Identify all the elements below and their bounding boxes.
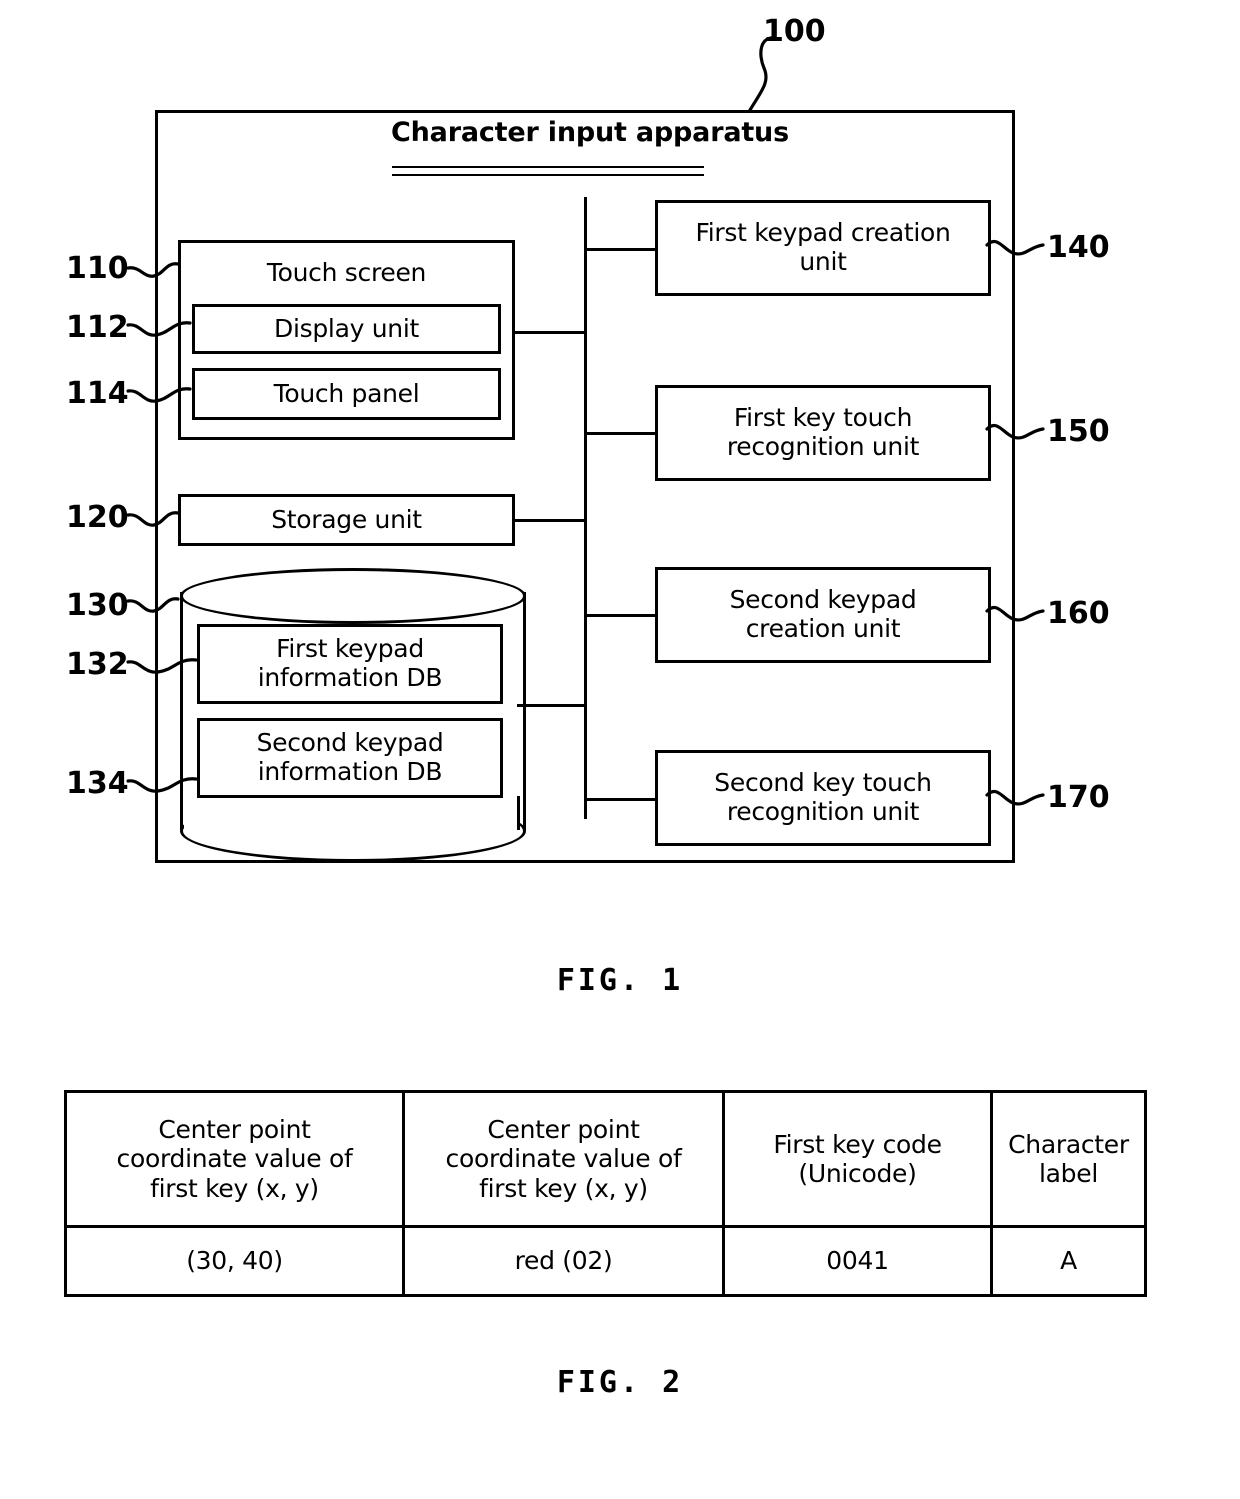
block-display-unit: Display unit xyxy=(192,304,501,354)
ref-numeral-110: 110 xyxy=(66,251,129,286)
cylinder-top-ellipse xyxy=(180,568,526,624)
block-second-keypad-creation-unit: Second keypad creation unit xyxy=(655,567,991,663)
block-second-key-touch-recognition-unit: Second key touch recognition unit xyxy=(655,750,991,846)
leader-line-150 xyxy=(985,423,1045,440)
block-second-keypad-db-line2: information DB xyxy=(257,757,443,786)
connector-bus-to-unit-160 xyxy=(584,614,657,617)
bus-vertical-line xyxy=(584,197,587,819)
connector-storage-to-bus xyxy=(513,519,586,522)
header-2-line2: coordinate value of xyxy=(445,1144,682,1174)
apparatus-title: Character input apparatus xyxy=(391,117,789,148)
leader-line-100 xyxy=(748,36,777,112)
ref-numeral-160: 160 xyxy=(1047,596,1110,631)
leader-line-134 xyxy=(126,777,198,793)
header-1-line1: Center point xyxy=(158,1114,311,1144)
title-underline-1 xyxy=(392,166,704,168)
table-cell-color-value: red (02) xyxy=(402,1225,725,1297)
leader-line-130 xyxy=(126,597,180,613)
ref-numeral-132: 132 xyxy=(66,647,129,682)
block-touch-panel-label: Touch panel xyxy=(273,379,420,408)
header-1-line2: coordinate value of xyxy=(116,1144,353,1174)
ref-numeral-112: 112 xyxy=(66,310,129,345)
table-header-cell-center-point-2: Center point coordinate value of first k… xyxy=(402,1090,725,1228)
patent-figure-page: 100 Character input apparatus Touch scre… xyxy=(0,0,1240,1499)
block-first-keypad-db: First keypad information DB xyxy=(197,624,503,704)
leader-line-160 xyxy=(985,605,1045,622)
block-first-keypad-creation-unit-line1: First keypad creation xyxy=(695,218,951,248)
block-second-key-touch-recognition-unit-line1: Second key touch xyxy=(714,768,932,798)
leader-line-112 xyxy=(126,321,192,337)
leader-line-120 xyxy=(126,511,180,527)
figure-1-caption: FIG. 1 xyxy=(556,963,684,998)
block-storage-unit-label: Storage unit xyxy=(271,505,422,534)
table-cell-key-code: 0041 xyxy=(722,1225,993,1297)
leader-line-170 xyxy=(985,789,1045,806)
ref-numeral-114: 114 xyxy=(66,376,129,411)
block-second-keypad-creation-unit-line1: Second keypad xyxy=(729,585,917,615)
figure-2-caption: FIG. 2 xyxy=(556,1365,684,1400)
table-row: (30, 40) red (02) 0041 A xyxy=(64,1225,1147,1297)
block-first-key-touch-recognition-unit: First key touch recognition unit xyxy=(655,385,991,481)
table-header-cell-center-point-1: Center point coordinate value of first k… xyxy=(64,1090,405,1228)
header-2-line3: first key (x, y) xyxy=(479,1173,648,1203)
table-header-row: Center point coordinate value of first k… xyxy=(64,1090,1147,1228)
block-display-unit-label: Display unit xyxy=(274,314,419,343)
table-cell-character-label: A xyxy=(990,1225,1147,1297)
header-3-line2: (Unicode) xyxy=(798,1159,917,1188)
leader-line-114 xyxy=(126,387,192,403)
ref-numeral-120: 120 xyxy=(66,500,129,535)
connector-touchscreen-to-bus xyxy=(513,331,586,334)
table-header-cell-character-label: Character label xyxy=(990,1090,1147,1228)
block-first-keypad-db-line2: information DB xyxy=(257,663,443,692)
header-2-line1: Center point xyxy=(487,1114,640,1144)
ref-numeral-170: 170 xyxy=(1047,780,1110,815)
table-cell-coordinate-value: (30, 40) xyxy=(64,1225,405,1297)
block-first-keypad-db-line1: First keypad xyxy=(276,634,424,664)
block-first-key-touch-recognition-unit-line1: First key touch xyxy=(733,403,913,433)
ref-numeral-150: 150 xyxy=(1047,414,1110,449)
connector-database-to-bus xyxy=(517,704,586,707)
block-second-keypad-db: Second keypad information DB xyxy=(197,718,503,798)
block-first-keypad-creation-unit: First keypad creation unit xyxy=(655,200,991,296)
header-3-line1: First key code xyxy=(773,1129,942,1159)
header-1-line3: first key (x, y) xyxy=(150,1173,319,1203)
table-header-cell-first-key-code: First key code (Unicode) xyxy=(722,1090,993,1228)
block-touch-panel: Touch panel xyxy=(192,368,501,420)
block-second-keypad-db-line1: Second keypad xyxy=(256,728,444,758)
block-storage-unit: Storage unit xyxy=(178,494,515,546)
block-first-key-touch-recognition-unit-line2: recognition unit xyxy=(726,432,920,461)
connector-bus-to-unit-150 xyxy=(584,432,657,435)
ref-numeral-130: 130 xyxy=(66,588,129,623)
header-4-line2: label xyxy=(1039,1159,1098,1188)
header-4-line1: Character xyxy=(1008,1129,1129,1159)
block-first-keypad-creation-unit-line2: unit xyxy=(799,247,847,276)
block-second-key-touch-recognition-unit-line2: recognition unit xyxy=(726,797,920,826)
leader-line-132 xyxy=(126,658,198,674)
leader-line-140 xyxy=(985,239,1045,256)
connector-bus-to-unit-170 xyxy=(584,798,657,801)
keypad-information-table: Center point coordinate value of first k… xyxy=(64,1090,1147,1297)
ref-numeral-140: 140 xyxy=(1047,230,1110,265)
block-second-keypad-creation-unit-line2: creation unit xyxy=(745,614,901,643)
block-touch-screen-label: Touch screen xyxy=(266,258,427,287)
leader-line-110 xyxy=(126,262,180,278)
title-underline-2 xyxy=(392,174,704,176)
ref-numeral-134: 134 xyxy=(66,766,129,801)
connector-bus-to-unit-140 xyxy=(584,248,657,251)
